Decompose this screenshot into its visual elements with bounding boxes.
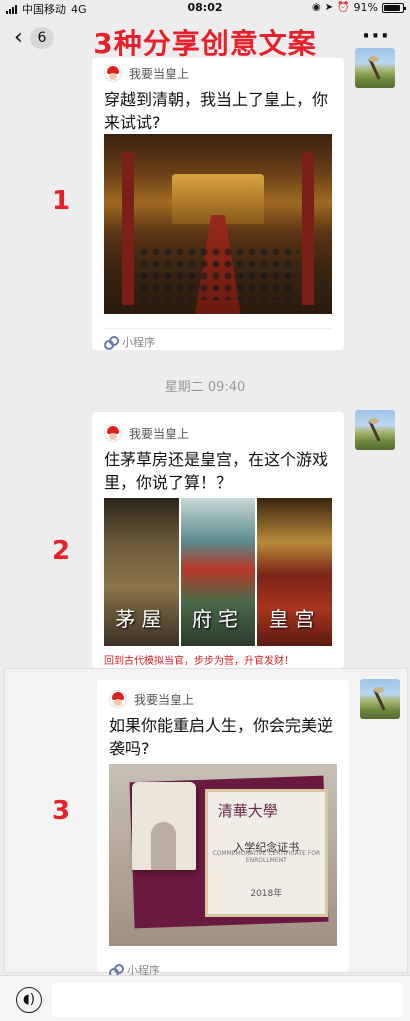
card-title: 住茅草房还是皇宫，在这个游戏里，你说了算！？ bbox=[104, 450, 329, 492]
more-options-icon[interactable]: ··· bbox=[362, 24, 390, 49]
battery-icon bbox=[382, 2, 406, 13]
mini-program-card[interactable]: 我要当皇上 住茅草房还是皇宫，在这个游戏里，你说了算！？ 茅屋 府宅 皇宫 回到… bbox=[92, 412, 344, 668]
app-avatar-icon bbox=[109, 690, 127, 708]
page-title: 3种分享创意文案 bbox=[93, 27, 317, 60]
certificate-university: 清華大學 bbox=[217, 802, 278, 821]
voice-icon[interactable]: ◖) bbox=[16, 987, 42, 1013]
mini-program-label: 小程序 bbox=[122, 336, 155, 349]
card-title: 穿越到清朝，我当上了皇上，你来试试? bbox=[104, 90, 329, 132]
certificate-image: 清華大學 入学纪念证书 COMMEMORATIVE CERTIFICATE FO… bbox=[109, 764, 337, 946]
lock-rotation-icon: ◉ bbox=[311, 2, 321, 13]
message-input[interactable] bbox=[52, 983, 402, 1017]
app-avatar-icon bbox=[104, 424, 122, 442]
battery-percent: 91% bbox=[353, 1, 378, 14]
nav-bar: ‹ 6 3种分享创意文案 ··· bbox=[0, 16, 410, 64]
avatar[interactable] bbox=[355, 48, 395, 88]
card-title: 如果你能重启人生，你会完美逆袭吗? bbox=[109, 716, 334, 758]
step-number: 2 bbox=[52, 536, 71, 566]
location-icon: ➤ bbox=[324, 2, 334, 13]
card-header: 我要当皇上 bbox=[104, 424, 189, 442]
status-bar: 中国移动 4G 08:02 ◉ ➤ ⏰ 91% bbox=[0, 0, 410, 16]
panel-label: 皇宫 bbox=[268, 607, 321, 631]
image-panel: 皇宫 bbox=[257, 498, 332, 646]
card-header: 我要当皇上 bbox=[109, 690, 194, 708]
step-number: 3 bbox=[52, 796, 71, 826]
app-name: 我要当皇上 bbox=[129, 66, 190, 81]
input-bar: ◖) bbox=[0, 975, 410, 1021]
avatar[interactable] bbox=[360, 679, 400, 719]
palace-image bbox=[104, 134, 332, 314]
image-panel: 府宅 bbox=[180, 498, 256, 646]
timestamp: 星期二 09:40 bbox=[164, 380, 246, 395]
step-number: 1 bbox=[52, 186, 71, 216]
image-panel: 茅屋 bbox=[104, 498, 179, 646]
mini-program-card[interactable]: 我要当皇上 穿越到清朝，我当上了皇上，你来试试? 小程序 bbox=[92, 58, 344, 350]
avatar[interactable] bbox=[355, 410, 395, 450]
mini-program-card[interactable]: 我要当皇上 如果你能重启人生，你会完美逆袭吗? 清華大學 入学纪念证书 COMM… bbox=[97, 680, 349, 978]
card-footer: 小程序 bbox=[104, 334, 155, 350]
status-right: ◉ ➤ ⏰ 91% bbox=[311, 1, 406, 14]
image-caption: 回到古代模拟当官，步步为营，升官发财！ bbox=[104, 656, 294, 667]
certificate-subheading: COMMEMORATIVE CERTIFICATE FOR ENROLLMENT bbox=[212, 849, 321, 864]
certificate-year: 2018年 bbox=[250, 889, 283, 900]
app-name: 我要当皇上 bbox=[134, 692, 195, 707]
divider bbox=[104, 328, 332, 329]
panel-label: 茅屋 bbox=[115, 607, 168, 631]
alarm-icon: ⏰ bbox=[337, 2, 350, 13]
panel-label: 府宅 bbox=[192, 607, 244, 631]
app-avatar-icon bbox=[104, 64, 122, 82]
app-name: 我要当皇上 bbox=[129, 426, 190, 441]
mini-program-icon bbox=[104, 336, 119, 350]
card-header: 我要当皇上 bbox=[104, 64, 189, 82]
comparison-image: 茅屋 府宅 皇宫 bbox=[104, 498, 332, 646]
